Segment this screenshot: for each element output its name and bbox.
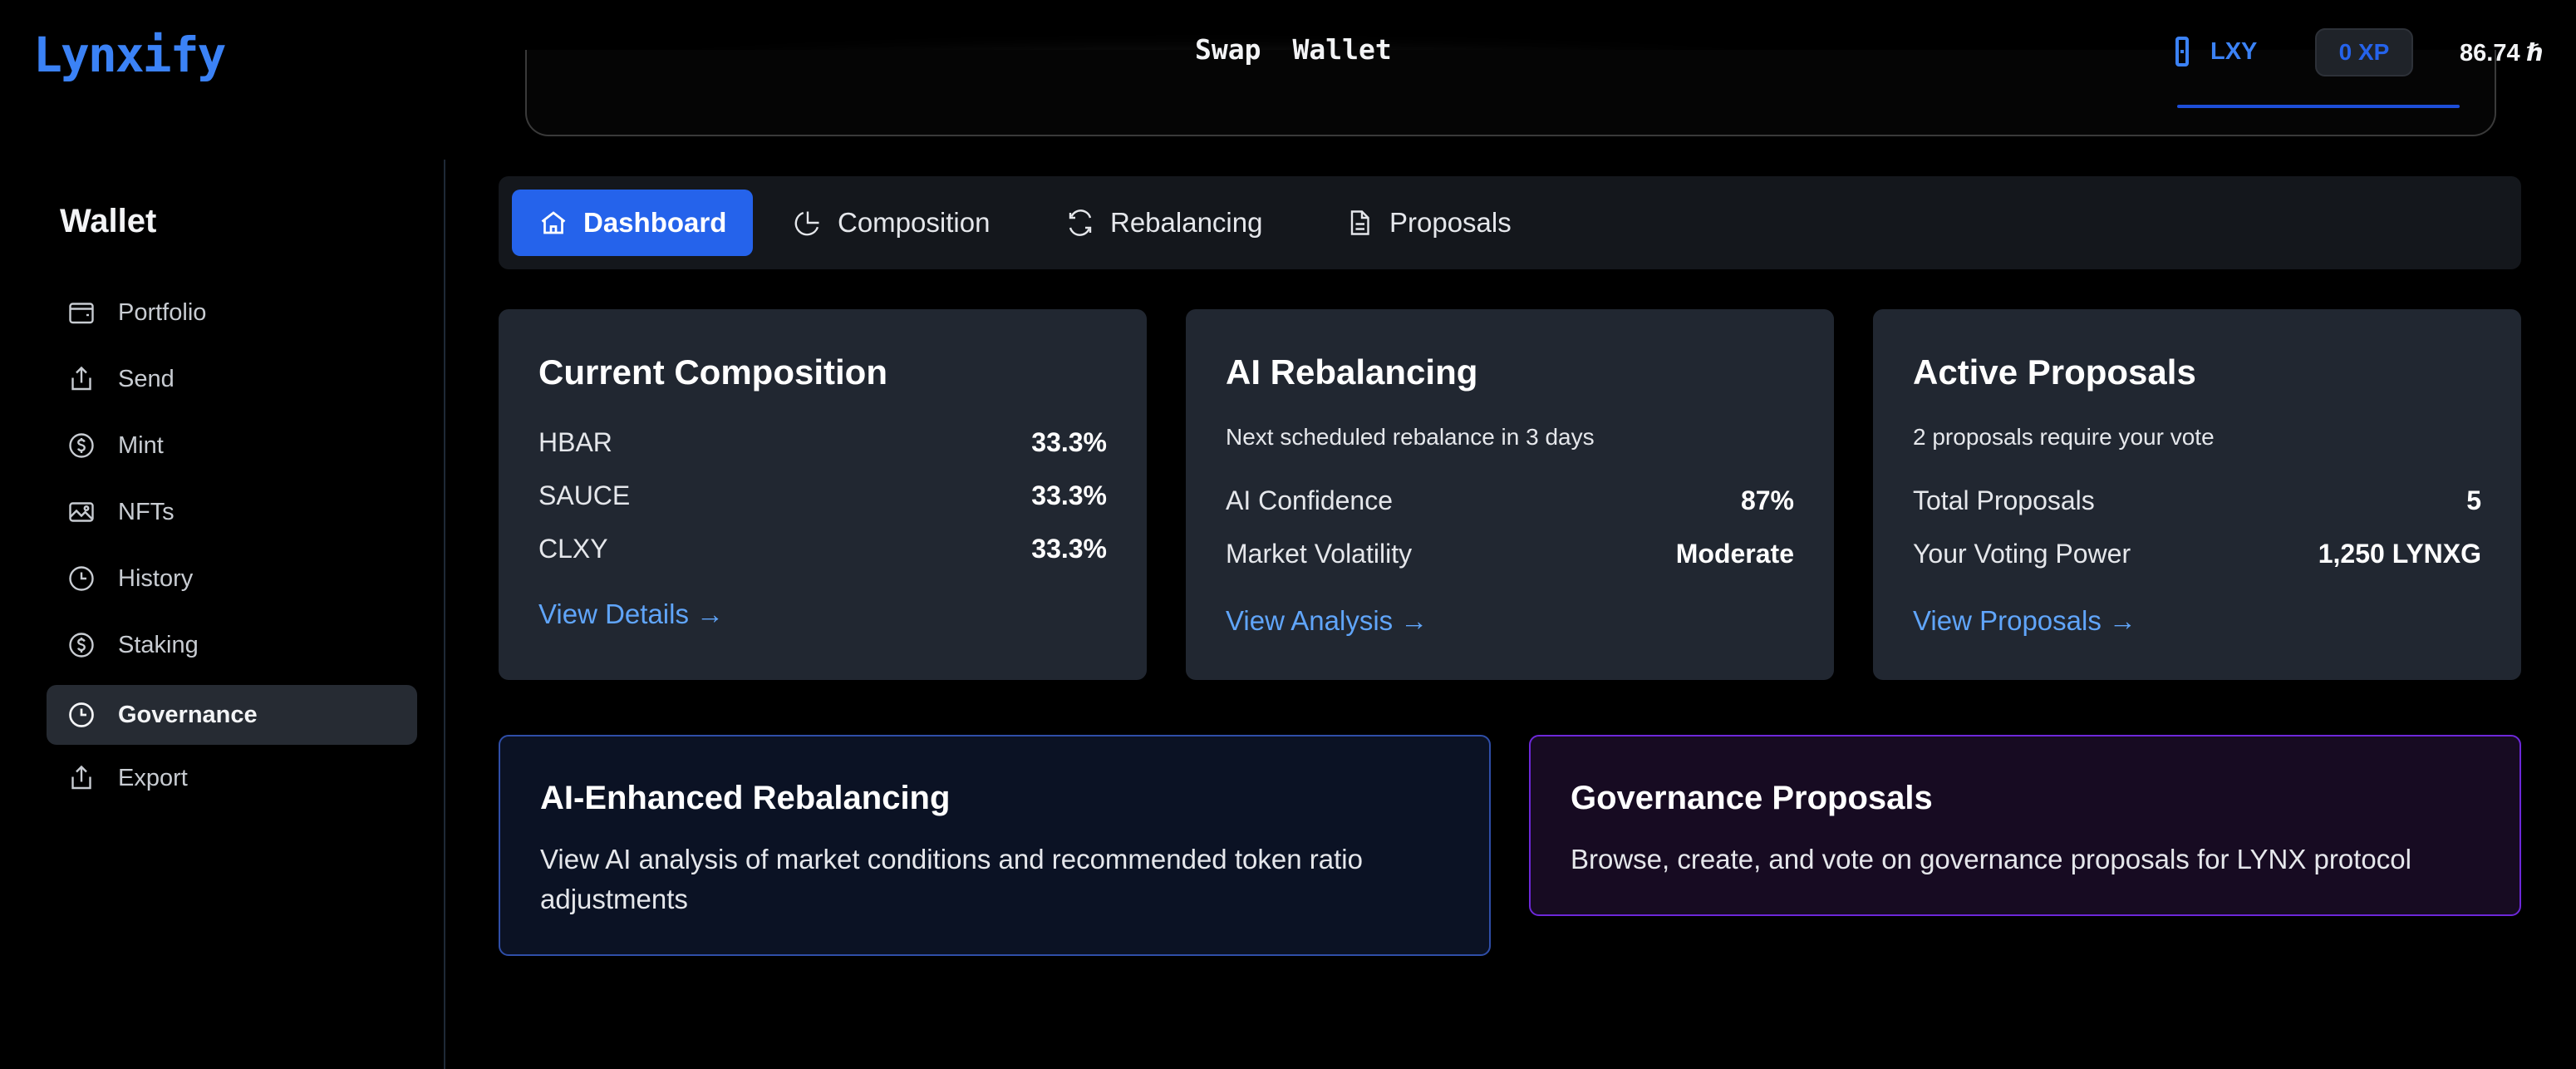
token-selector[interactable]: LXY [2175, 37, 2257, 67]
clock-icon [69, 702, 94, 727]
card-title: Active Proposals [1913, 352, 2196, 392]
row-label: Your Voting Power [1913, 539, 2131, 569]
share-icon [71, 366, 91, 391]
image-icon [69, 502, 94, 522]
row-label: AI Confidence [1226, 485, 1394, 515]
feature-description: Browse, create, and vote on governance p… [1571, 844, 2411, 874]
dollar-icon [69, 433, 94, 458]
sidebar-item-label: History [118, 564, 194, 592]
app-logo[interactable]: Lynxify [33, 27, 226, 83]
card-subtitle: Next scheduled rebalance in 3 days [1226, 424, 1595, 450]
nav-swap[interactable]: Swap [1195, 33, 1261, 66]
feature-description: View AI analysis of market conditions an… [540, 844, 1363, 914]
row-value: 33.3% [1031, 427, 1107, 457]
share-icon [71, 765, 91, 790]
row-label: HBAR [538, 427, 612, 457]
sidebar-item-history[interactable]: History [47, 549, 417, 608]
blurred-underline [2177, 105, 2460, 108]
composition-card: Current Composition HBAR 33.3% SAUCE 33.… [499, 309, 1147, 680]
ai-rebalancing-card: AI Rebalancing Next scheduled rebalance … [1186, 309, 1834, 680]
market-volatility-row: Market Volatility Moderate [1226, 539, 1794, 569]
row-value: Moderate [1675, 539, 1794, 569]
feature-title: AI-Enhanced Rebalancing [540, 780, 951, 816]
view-details-link[interactable]: View Details → [538, 599, 724, 630]
ai-rebalancing-feature[interactable]: AI-Enhanced Rebalancing View AI analysis… [499, 735, 1491, 956]
view-proposals-link[interactable]: View Proposals → [1913, 605, 2136, 637]
tab-rebalancing[interactable]: Rebalancing [1039, 190, 1289, 256]
row-value: 87% [1740, 485, 1794, 515]
clock-icon [69, 566, 94, 591]
sidebar-item-nfts[interactable]: NFTs [47, 482, 417, 542]
token-icon [2175, 37, 2189, 67]
nav-wallet[interactable]: Wallet [1292, 33, 1391, 66]
refresh-icon [1069, 209, 1092, 236]
row-value: 33.3% [1031, 534, 1107, 564]
sidebar-item-label: Send [118, 365, 175, 392]
row-label: CLXY [538, 534, 608, 564]
sidebar: Wallet Portfolio Send Mint NFTs History … [0, 160, 445, 1069]
dollar-icon [69, 633, 94, 658]
sidebar-item-label: NFTs [118, 498, 175, 525]
sidebar-item-label: Mint [118, 431, 164, 459]
card-subtitle: 2 proposals require your vote [1913, 424, 2215, 450]
view-analysis-link[interactable]: View Analysis → [1226, 605, 1428, 637]
pie-chart-icon [794, 211, 819, 236]
composition-row-clxy: CLXY 33.3% [538, 534, 1107, 564]
tab-dashboard[interactable]: Dashboard [512, 190, 754, 256]
sidebar-item-send[interactable]: Send [47, 349, 417, 409]
row-value: 1,250 LYNXG [2318, 539, 2481, 569]
sidebar-item-label: Governance [118, 701, 258, 728]
sidebar-item-mint[interactable]: Mint [47, 416, 417, 475]
card-title: AI Rebalancing [1226, 352, 1478, 392]
tab-label: Rebalancing [1110, 207, 1263, 238]
active-proposals-card: Active Proposals 2 proposals require you… [1873, 309, 2521, 680]
document-icon [1350, 210, 1369, 235]
sidebar-item-label: Staking [118, 631, 199, 658]
ai-confidence-row: AI Confidence 87% [1226, 485, 1794, 516]
tab-proposals[interactable]: Proposals [1318, 190, 1538, 256]
row-value: 33.3% [1031, 480, 1107, 510]
voting-power-row: Your Voting Power 1,250 LYNXG [1913, 539, 2481, 569]
row-label: Market Volatility [1226, 539, 1413, 569]
tab-bar: Dashboard Composition Rebalancing Propos… [499, 176, 2521, 269]
row-value: 5 [2466, 485, 2481, 515]
home-icon [541, 211, 566, 234]
sidebar-item-governance[interactable]: Governance [47, 685, 417, 745]
top-nav: Swap Wallet [1195, 33, 1392, 66]
sidebar-item-label: Export [118, 764, 188, 791]
tab-label: Composition [838, 207, 991, 238]
card-title: Current Composition [538, 352, 887, 392]
tab-label: Proposals [1389, 207, 1512, 238]
tab-label: Dashboard [583, 207, 727, 238]
hbar-balance: 86.74 ℏ [2460, 40, 2544, 67]
row-label: SAUCE [538, 480, 631, 510]
total-proposals-row: Total Proposals 5 [1913, 485, 2481, 516]
sidebar-title: Wallet [60, 203, 157, 239]
top-header: Lynxify Swap Wallet LXY 0 XP 86.74 ℏ [0, 0, 2576, 136]
sidebar-item-label: Portfolio [118, 298, 207, 326]
wallet-icon [69, 303, 94, 324]
token-label: LXY [2210, 37, 2258, 65]
tab-composition[interactable]: Composition [766, 190, 1016, 256]
row-label: Total Proposals [1913, 485, 2095, 515]
feature-title: Governance Proposals [1571, 780, 1933, 816]
xp-badge[interactable]: 0 XP [2315, 28, 2413, 76]
sidebar-item-portfolio[interactable]: Portfolio [47, 283, 417, 342]
governance-proposals-feature[interactable]: Governance Proposals Browse, create, and… [1529, 735, 2521, 916]
composition-row-sauce: SAUCE 33.3% [538, 480, 1107, 511]
sidebar-item-export[interactable]: Export [47, 748, 417, 808]
composition-row-hbar: HBAR 33.3% [538, 427, 1107, 458]
sidebar-item-staking[interactable]: Staking [47, 615, 417, 675]
